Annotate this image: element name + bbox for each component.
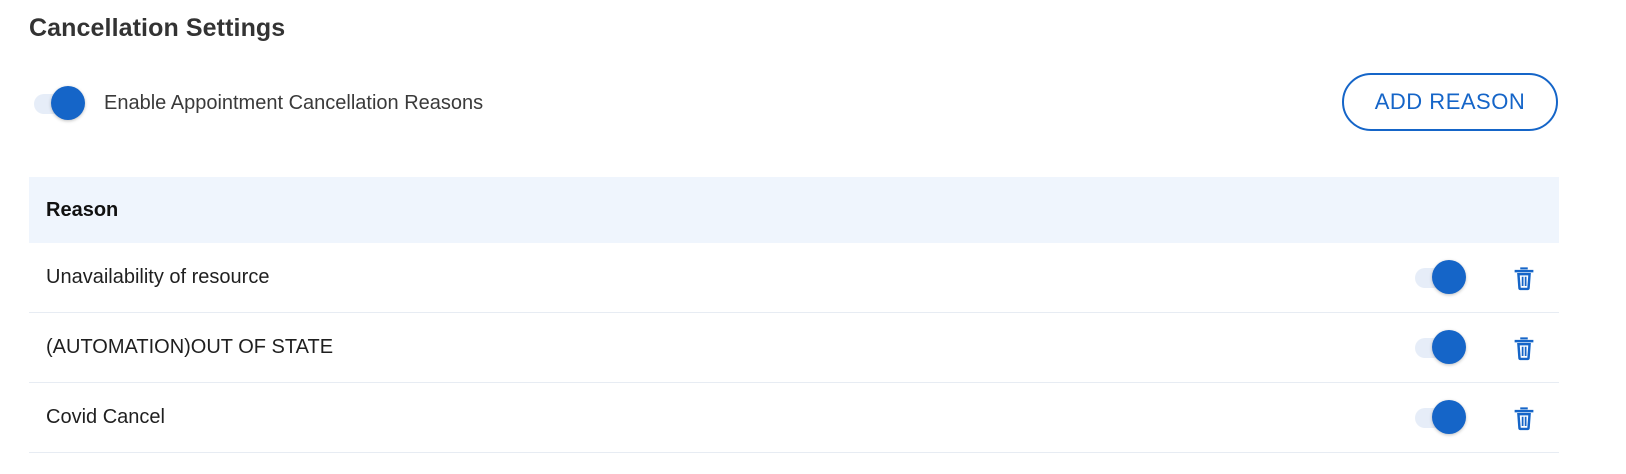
reason-text: Covid Cancel [46, 406, 165, 428]
cancellation-settings-page: Cancellation Settings Enable Appointment… [0, 0, 1626, 474]
trash-icon[interactable] [1509, 333, 1539, 363]
reason-text: (AUTOMATION)OUT OF STATE [46, 336, 334, 358]
toggle-thumb [1432, 260, 1466, 294]
enable-reasons-label: Enable Appointment Cancellation Reasons [104, 91, 484, 114]
trash-icon[interactable] [1509, 403, 1539, 433]
add-reason-button[interactable]: ADD REASON [1342, 73, 1558, 131]
table-header: Reason [29, 177, 1559, 243]
enable-reasons-toggle[interactable] [34, 85, 85, 121]
trash-icon[interactable] [1509, 263, 1539, 293]
toggle-thumb [1432, 400, 1466, 434]
reason-text: Unavailability of resource [46, 266, 270, 288]
page-title: Cancellation Settings [29, 14, 286, 42]
table-row: (AUTOMATION)OUT OF STATE [29, 313, 1559, 383]
table-row: Covid Cancel [29, 383, 1559, 453]
column-header-reason: Reason [46, 198, 119, 221]
reasons-table: Reason Unavailability of resource (AUTOM… [29, 177, 1559, 453]
reason-enabled-toggle[interactable] [1415, 399, 1466, 435]
toggle-thumb [51, 86, 85, 120]
enable-reasons-row: Enable Appointment Cancellation Reasons [34, 84, 483, 122]
toggle-thumb [1432, 330, 1466, 364]
reason-enabled-toggle[interactable] [1415, 329, 1466, 365]
table-row: Unavailability of resource [29, 243, 1559, 313]
reason-enabled-toggle[interactable] [1415, 259, 1466, 295]
